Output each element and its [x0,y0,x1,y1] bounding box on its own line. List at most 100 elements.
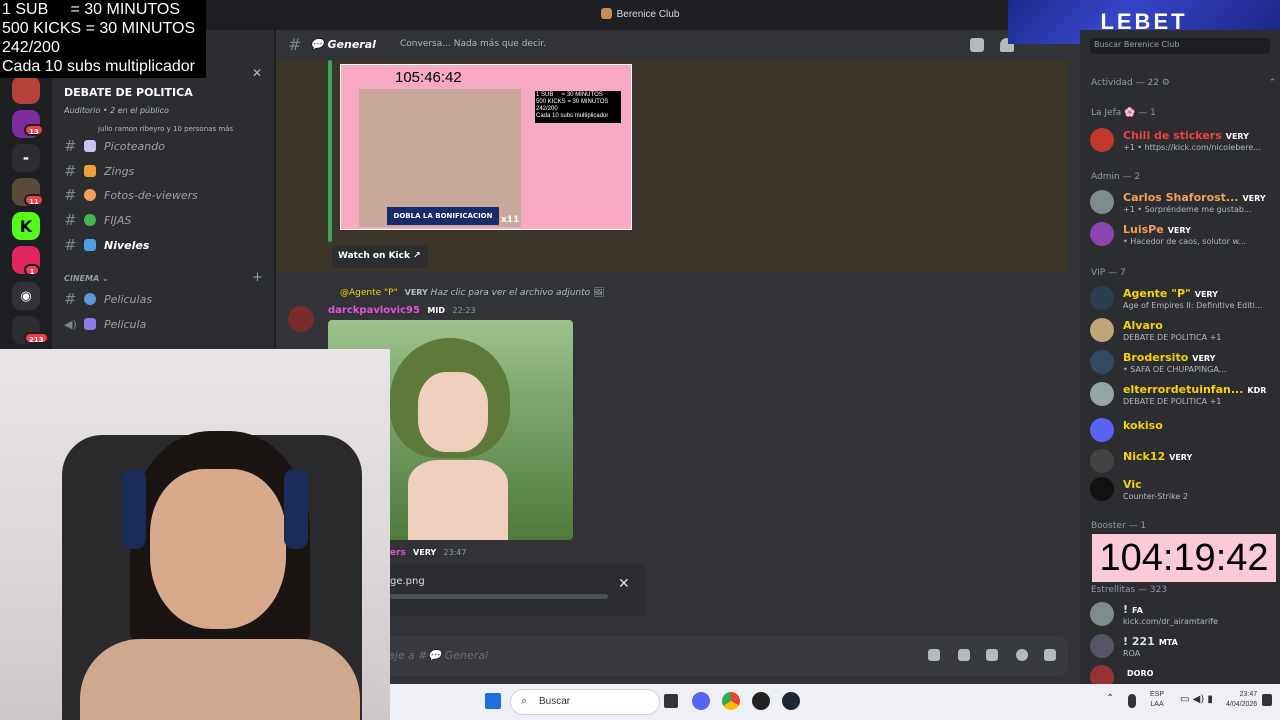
search-emoji-icon [84,293,96,305]
avatar [1090,318,1114,342]
avatar [1090,382,1114,406]
member-item[interactable]: elterrordetuinfan... KDR DEBATE DE POLITIC… [1090,382,1275,410]
role-tag: VERY [1225,132,1249,141]
stage-people: julio ramon ribeyro y 10 personas más [98,125,234,133]
avatar [1090,449,1114,473]
member-name: ! FA [1123,603,1143,616]
upload-author: ers VERY 23:47 [390,548,467,558]
emoji-icon[interactable] [1016,649,1028,661]
kick-server-icon[interactable]: K [12,212,40,240]
stage-title[interactable]: DEBATE DE POLITICA [64,86,193,99]
apps-icon[interactable] [1044,649,1056,661]
server-icon[interactable]: ▬ [12,144,40,172]
anime-body [408,460,508,540]
windows-start-icon[interactable] [485,693,501,709]
notification-icon[interactable] [1262,694,1272,706]
group-vip: VIP — 7 [1091,268,1126,278]
mention-badge: 11 [24,194,44,206]
channel-pelicula[interactable]: ◀) Pelicula [64,314,264,334]
film-icon [84,318,96,330]
avatar[interactable] [288,306,314,332]
member-item[interactable]: Alvaro DEBATE DE POLITICA +1 [1090,318,1275,346]
sticker-icon[interactable] [986,649,998,661]
member-name: Nick12 VERY [1123,450,1193,463]
category-cinema[interactable]: CINEMA ⌄ [64,274,109,283]
member-item[interactable]: Agente "P" VERY Age of Empires II: Definit… [1090,286,1275,314]
gif-icon[interactable] [958,649,970,661]
gift-icon [84,165,96,177]
language-indicator[interactable]: ESP LAA [1150,690,1164,710]
threads-icon[interactable] [970,38,984,52]
clock[interactable]: 23:47 4/04/2026 [1226,690,1257,710]
member-item[interactable]: LuisPe VERY • Hacedor de caos, solutor w..… [1090,222,1275,250]
embed-banner: DOBLA LA BONIFICACION [387,207,499,225]
app-icon [600,8,612,19]
search-input[interactable]: Buscar Berenice Club [1090,38,1270,54]
member-item[interactable]: kokiso [1090,418,1275,446]
hash-icon: # [64,186,77,204]
emoji-icon [84,189,96,201]
network-volume-icons[interactable]: ▭ ◀) ▮ [1180,694,1220,708]
subathon-timer: 104:19:42 [1092,534,1276,582]
add-channel-icon[interactable]: + [252,270,263,285]
chat-area: 105:46:42 1 SUB = 30 MINUTOS 500 KICKS = … [276,60,1080,686]
member-item[interactable]: Chill de stickers VERY +1 • https://kick.c… [1090,128,1275,156]
channel-fijas[interactable]: # FIJAS [64,210,264,230]
activity-header[interactable]: Actividad — 22 ⚙ ⌃ [1091,78,1276,88]
member-item[interactable]: ! FA kick.com/dr_airamtarife [1090,602,1275,630]
role-tag: VERY [1167,226,1191,235]
discord-icon[interactable]: ◉ [12,282,40,310]
hash-icon: # [64,162,77,180]
channel-fotos[interactable]: # Fotos-de-viewers [64,185,264,205]
member-item[interactable]: Nick12 VERY [1090,449,1275,477]
member-name: kokiso [1123,419,1163,432]
member-item[interactable]: Brodersito VERY • SAFA OE CHUPAPINGA... [1090,350,1275,378]
member-status: DEBATE DE POLITICA +1 [1123,333,1222,342]
group-admin: Admin — 2 [1091,172,1141,182]
channel-niveles[interactable]: # Niveles [64,235,264,255]
shoulders [80,639,360,720]
group-estrellitas: Estrellitas — 323 [1091,585,1168,595]
close-icon[interactable]: ✕ [252,66,262,80]
discord-taskbar-icon[interactable] [692,692,710,710]
member-item[interactable]: ! 221 MTA ROA [1090,634,1275,662]
obs-icon[interactable] [752,692,770,710]
member-name: Alvaro [1123,319,1163,332]
member-status: • Hacedor de caos, solutor w... [1123,237,1246,246]
task-view-icon[interactable] [664,694,678,708]
headphone-left [122,469,146,549]
member-name: Carlos Shaforost... VERY [1123,191,1266,204]
watch-on-kick-button[interactable]: Watch on Kick ↗ [332,246,428,268]
taskbar-search[interactable]: ⌕ Buscar [510,689,660,715]
member-item[interactable]: Carlos Shaforost... VERY +1 • Sorpréndeme … [1090,190,1275,218]
channel-zings[interactable]: # Zings [64,161,264,181]
embed-image[interactable]: 105:46:42 1 SUB = 30 MINUTOS 500 KICKS = … [340,64,632,230]
role-tag: VERY [1194,290,1218,299]
cancel-upload-icon[interactable]: ✕ [618,576,630,592]
search-icon: ⌕ [521,695,528,707]
avatar [1090,128,1114,152]
message-composer[interactable]: aje a #💬 General [328,636,1068,676]
tray-chevron-icon[interactable]: ⌃ [1106,693,1114,704]
channel-picoteando[interactable]: # Picoteando [64,136,264,156]
message-author[interactable]: darckpavlovic95 MID 22:23 [328,305,476,316]
gift-icon[interactable] [928,649,940,661]
chrome-icon[interactable] [722,692,740,710]
member-item[interactable]: Vic Counter-Strike 2 [1090,477,1275,505]
member-name: Vic [1123,478,1142,491]
microphone-icon[interactable] [1128,694,1136,708]
clover-icon [84,214,96,226]
channel-topic[interactable]: Conversa... Nada más que decir. [400,39,546,49]
mention-badge: 1 [24,264,40,276]
taskbar: ⌕ Buscar ⌃ ESP LAA ▭ ◀) ▮ 23:47 4/04/2026 [390,684,1280,720]
role-tag: KDR [1247,386,1267,395]
avatar [1090,477,1114,501]
embed-border [328,60,332,242]
server-icon[interactable] [12,76,40,104]
member-name: Agente "P" VERY [1123,287,1218,300]
upload-filename: ge.png [390,576,425,587]
channel-peliculas[interactable]: # Peliculas [64,289,264,309]
streamer-webcam [0,349,390,720]
steam-icon[interactable] [782,692,800,710]
reply-preview[interactable]: @Agente "P" VERY Haz clic para ver el ar… [340,288,604,298]
